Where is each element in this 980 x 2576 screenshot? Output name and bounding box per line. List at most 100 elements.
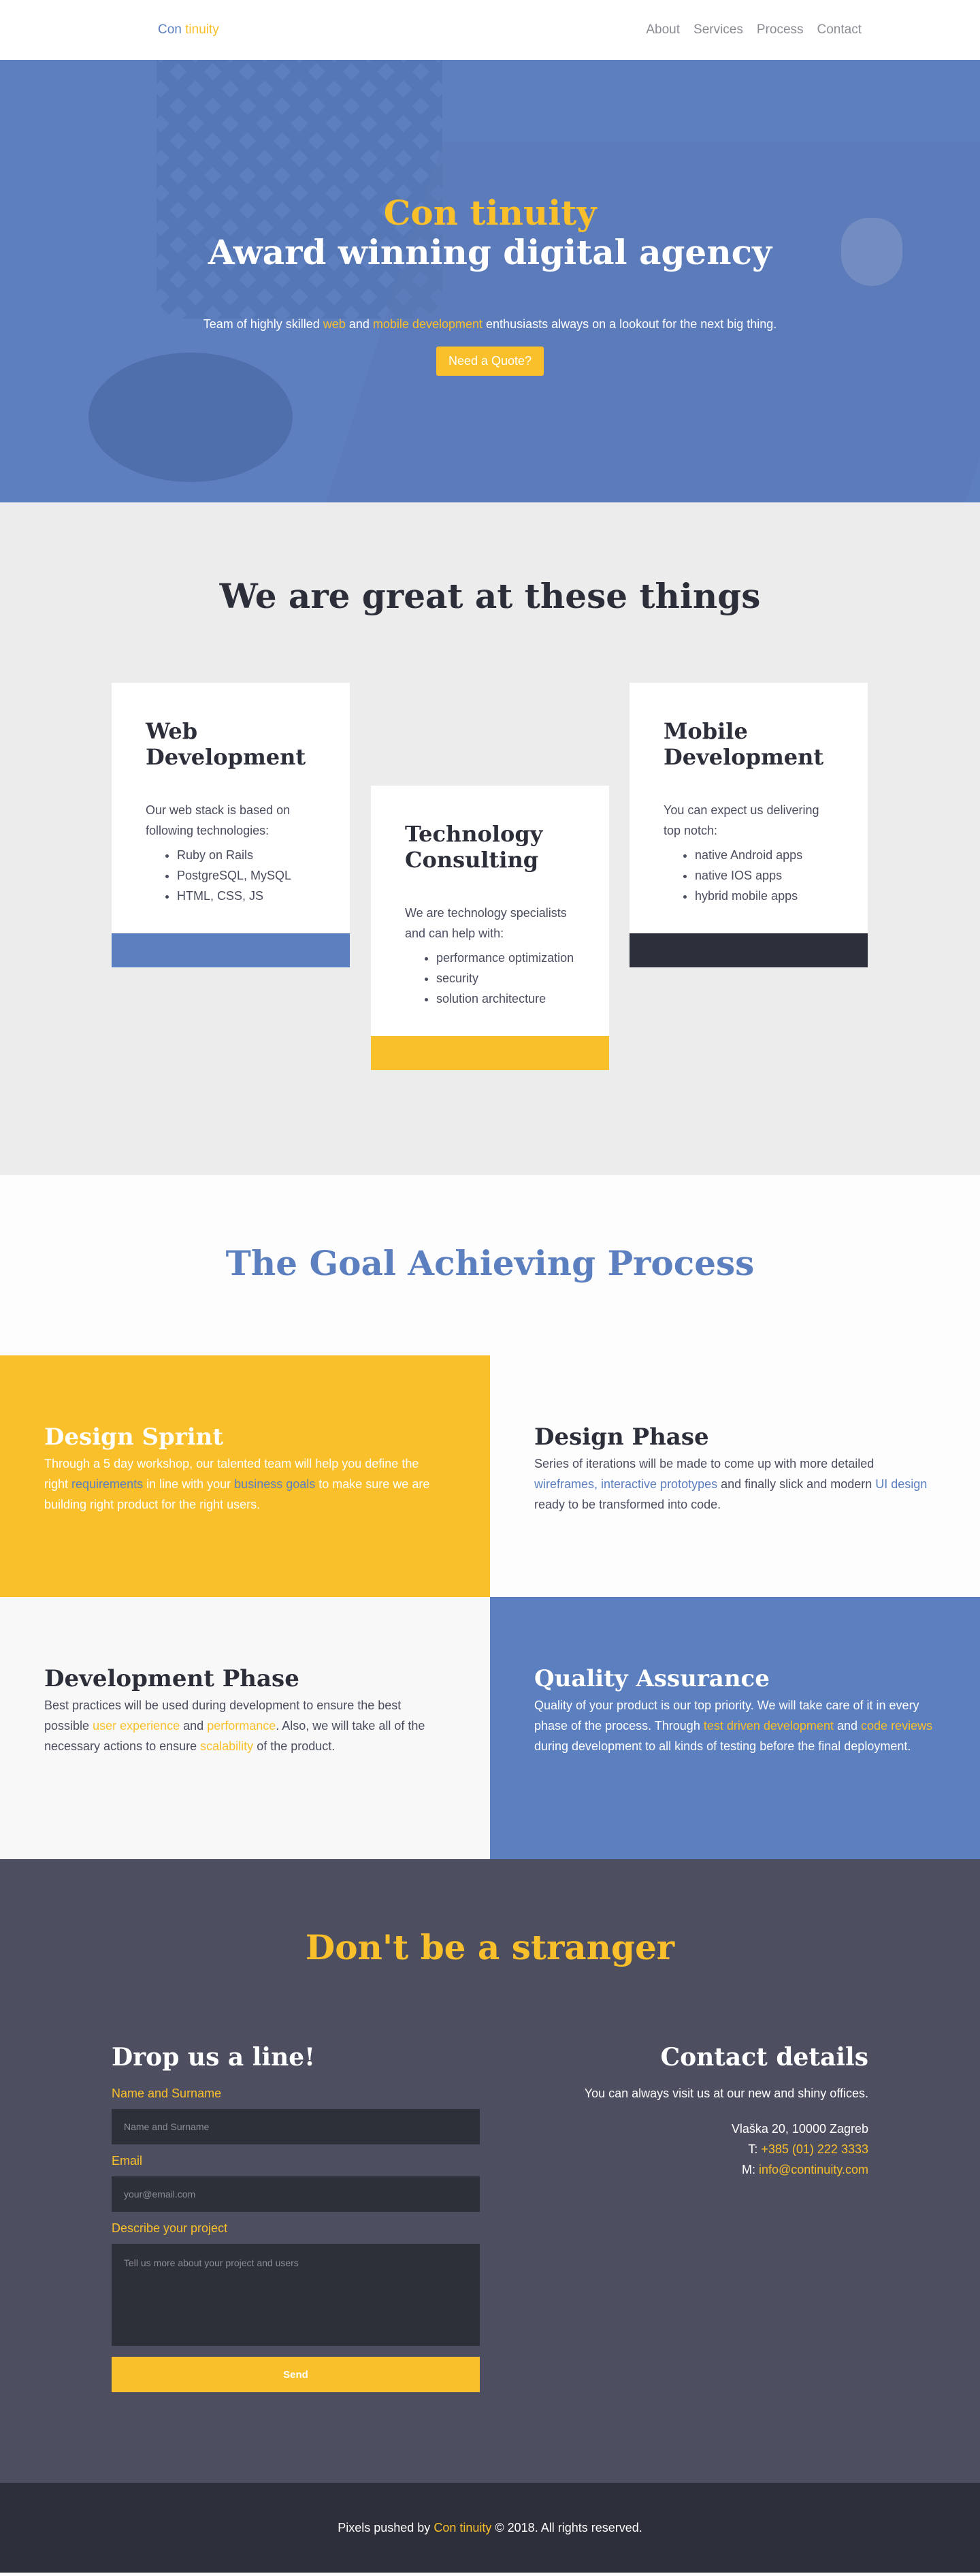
name-field[interactable] [112,2109,480,2144]
process-step-description: Quality of your product is our top prior… [534,1695,936,1756]
hero-title: Con tinuity Award winning digital agency [0,193,980,272]
contact-title: Don't be a stranger [305,1927,675,1967]
process-grid: Design Sprint Through a 5 day workshop, … [0,1355,980,1859]
process-text: ready to be transformed into code. [534,1498,721,1511]
hero-section: Con tinuity Award winning digital agency… [0,60,980,502]
services-section: We are great at these things Web Develop… [0,502,980,1175]
service-card-web-development: Web Development Our web stack is based o… [112,683,350,967]
email-field-label: Email [112,2154,143,2168]
process-step-development-phase: Development Phase Best practices will be… [0,1597,490,1859]
hero-tagline: Team of highly skilled web and mobile de… [0,317,980,332]
hero-tagline-text: enthusiasts always on a lookout for the … [486,317,777,331]
process-highlight: UI design [875,1477,928,1491]
service-card-color-bar [112,933,350,967]
contact-phone-row: T: +385 (01) 222 3333 [542,2139,868,2159]
service-card-title: Technology Consulting [405,821,543,873]
list-item: HTML, CSS, JS [177,886,316,906]
list-item: PostgreSQL, MySQL [177,865,316,886]
process-highlight: user experience [93,1719,180,1733]
process-text: and [836,1719,858,1733]
hero-tagline-text: Team of highly skilled [203,317,320,331]
contact-address: Vlaška 20, 10000 Zagreb [731,2122,868,2136]
service-card-list: performance optimization security soluti… [405,948,575,1009]
contact-details-intro: You can always visit us at our new and s… [584,2087,868,2100]
process-title: The Goal Achieving Process [225,1243,755,1283]
contact-details-info: Vlaška 20, 10000 Zagreb T: +385 (01) 222… [542,2119,868,2180]
process-highlight: business goals [234,1477,316,1491]
process-step-quality-assurance: Quality Assurance Quality of your produc… [490,1597,980,1859]
process-step-title: Development Phase [44,1665,299,1692]
process-highlight: requirements [71,1477,144,1491]
footer-brand: Con tinuity [434,2520,492,2534]
list-item: native Android apps [695,845,834,865]
process-highlight: performance [207,1719,276,1733]
service-card-color-bar [371,1036,609,1070]
service-card-title: Mobile Development [664,718,824,770]
process-highlight: test driven development [703,1719,834,1733]
process-step-title: Design Phase [534,1423,709,1451]
list-item: Ruby on Rails [177,845,316,865]
contact-email-link[interactable]: info@continuity.com [759,2163,868,2176]
footer-text-post: © 2018. All rights reserved. [495,2520,642,2534]
service-card-description: You can expect us delivering top notch: [664,803,819,837]
nav-link-about[interactable]: About [646,22,680,37]
list-item: solution architecture [436,988,575,1009]
contact-section: Don't be a stranger Drop us a line! Name… [0,1859,980,2483]
process-text: and finally slick and modern [721,1477,872,1491]
service-card-list: native Android apps native IOS apps hybr… [664,845,834,906]
project-field-label: Describe your project [112,2221,228,2235]
services-title: We are great at these things [219,576,761,616]
service-card-color-bar [630,933,868,967]
hero-tagline-highlight-mobile: mobile development [372,317,483,331]
service-card-title: Web Development [146,718,306,770]
process-text: in line with your [146,1477,231,1491]
email-field[interactable] [112,2176,480,2212]
logo[interactable]: Con tinuity [158,22,219,37]
process-step-description: Best practices will be used during devel… [44,1695,446,1756]
nav-links: About Services Process Contact [646,22,862,37]
process-step-design-phase: Design Phase Series of iterations will b… [490,1355,980,1597]
nav-link-process[interactable]: Process [757,22,804,37]
logo-part-tinuity: tinuity [185,22,219,37]
process-text: and [183,1719,204,1733]
send-button[interactable]: Send [112,2357,480,2392]
list-item: security [436,968,575,988]
service-card-mobile-development: Mobile Development You can expect us del… [630,683,868,967]
list-item: performance optimization [436,948,575,968]
contact-phone-link[interactable]: +385 (01) 222 3333 [761,2142,868,2156]
process-step-description: Through a 5 day workshop, our talented t… [44,1453,446,1515]
name-field-label: Name and Surname [112,2087,222,2100]
project-description-field[interactable] [112,2244,480,2346]
hero-title-headline: Award winning digital agency [208,232,772,272]
process-section: The Goal Achieving Process Design Sprint… [0,1175,980,1859]
process-header: The Goal Achieving Process [0,1175,980,1355]
list-item: hybrid mobile apps [695,886,834,906]
contact-details-title: Contact details [660,2043,868,2072]
top-navigation: Con tinuity About Services Process Conta… [0,0,980,60]
process-highlight: scalability [200,1739,254,1753]
process-step-title: Quality Assurance [534,1665,770,1692]
footer: Pixels pushed by Con tinuity © 2018. All… [0,2483,980,2573]
process-text: of the product. [257,1739,336,1753]
service-card-description: We are technology specialists and can he… [405,906,567,940]
hero-tagline-text: and [348,317,370,331]
hero-title-brand: Con tinuity [383,193,597,233]
contact-details: Contact details You can always visit us … [542,2043,868,2180]
logo-part-con: Con [158,22,182,37]
nav-link-services[interactable]: Services [693,22,743,37]
need-a-quote-button[interactable]: Need a Quote? [436,347,544,376]
process-text: Series of iterations will be made to com… [534,1457,875,1470]
nav-link-contact[interactable]: Contact [817,22,862,37]
contact-form: Drop us a line! Name and Surname Email D… [112,2043,480,2392]
footer-text-pre: Pixels pushed by [338,2520,431,2534]
hero-tagline-highlight-web: web [323,317,346,331]
process-highlight: code reviews [861,1719,933,1733]
process-step-description: Series of iterations will be made to com… [534,1453,936,1515]
process-step-design-sprint: Design Sprint Through a 5 day workshop, … [0,1355,490,1597]
contact-mail-prefix: M: [741,2163,755,2176]
process-step-title: Design Sprint [44,1423,224,1451]
list-item: native IOS apps [695,865,834,886]
service-card-technology-consulting: Technology Consulting We are technology … [371,786,609,1070]
contact-phone-prefix: T: [748,2142,758,2156]
footer-text: Pixels pushed by Con tinuity © 2018. All… [338,2521,642,2535]
